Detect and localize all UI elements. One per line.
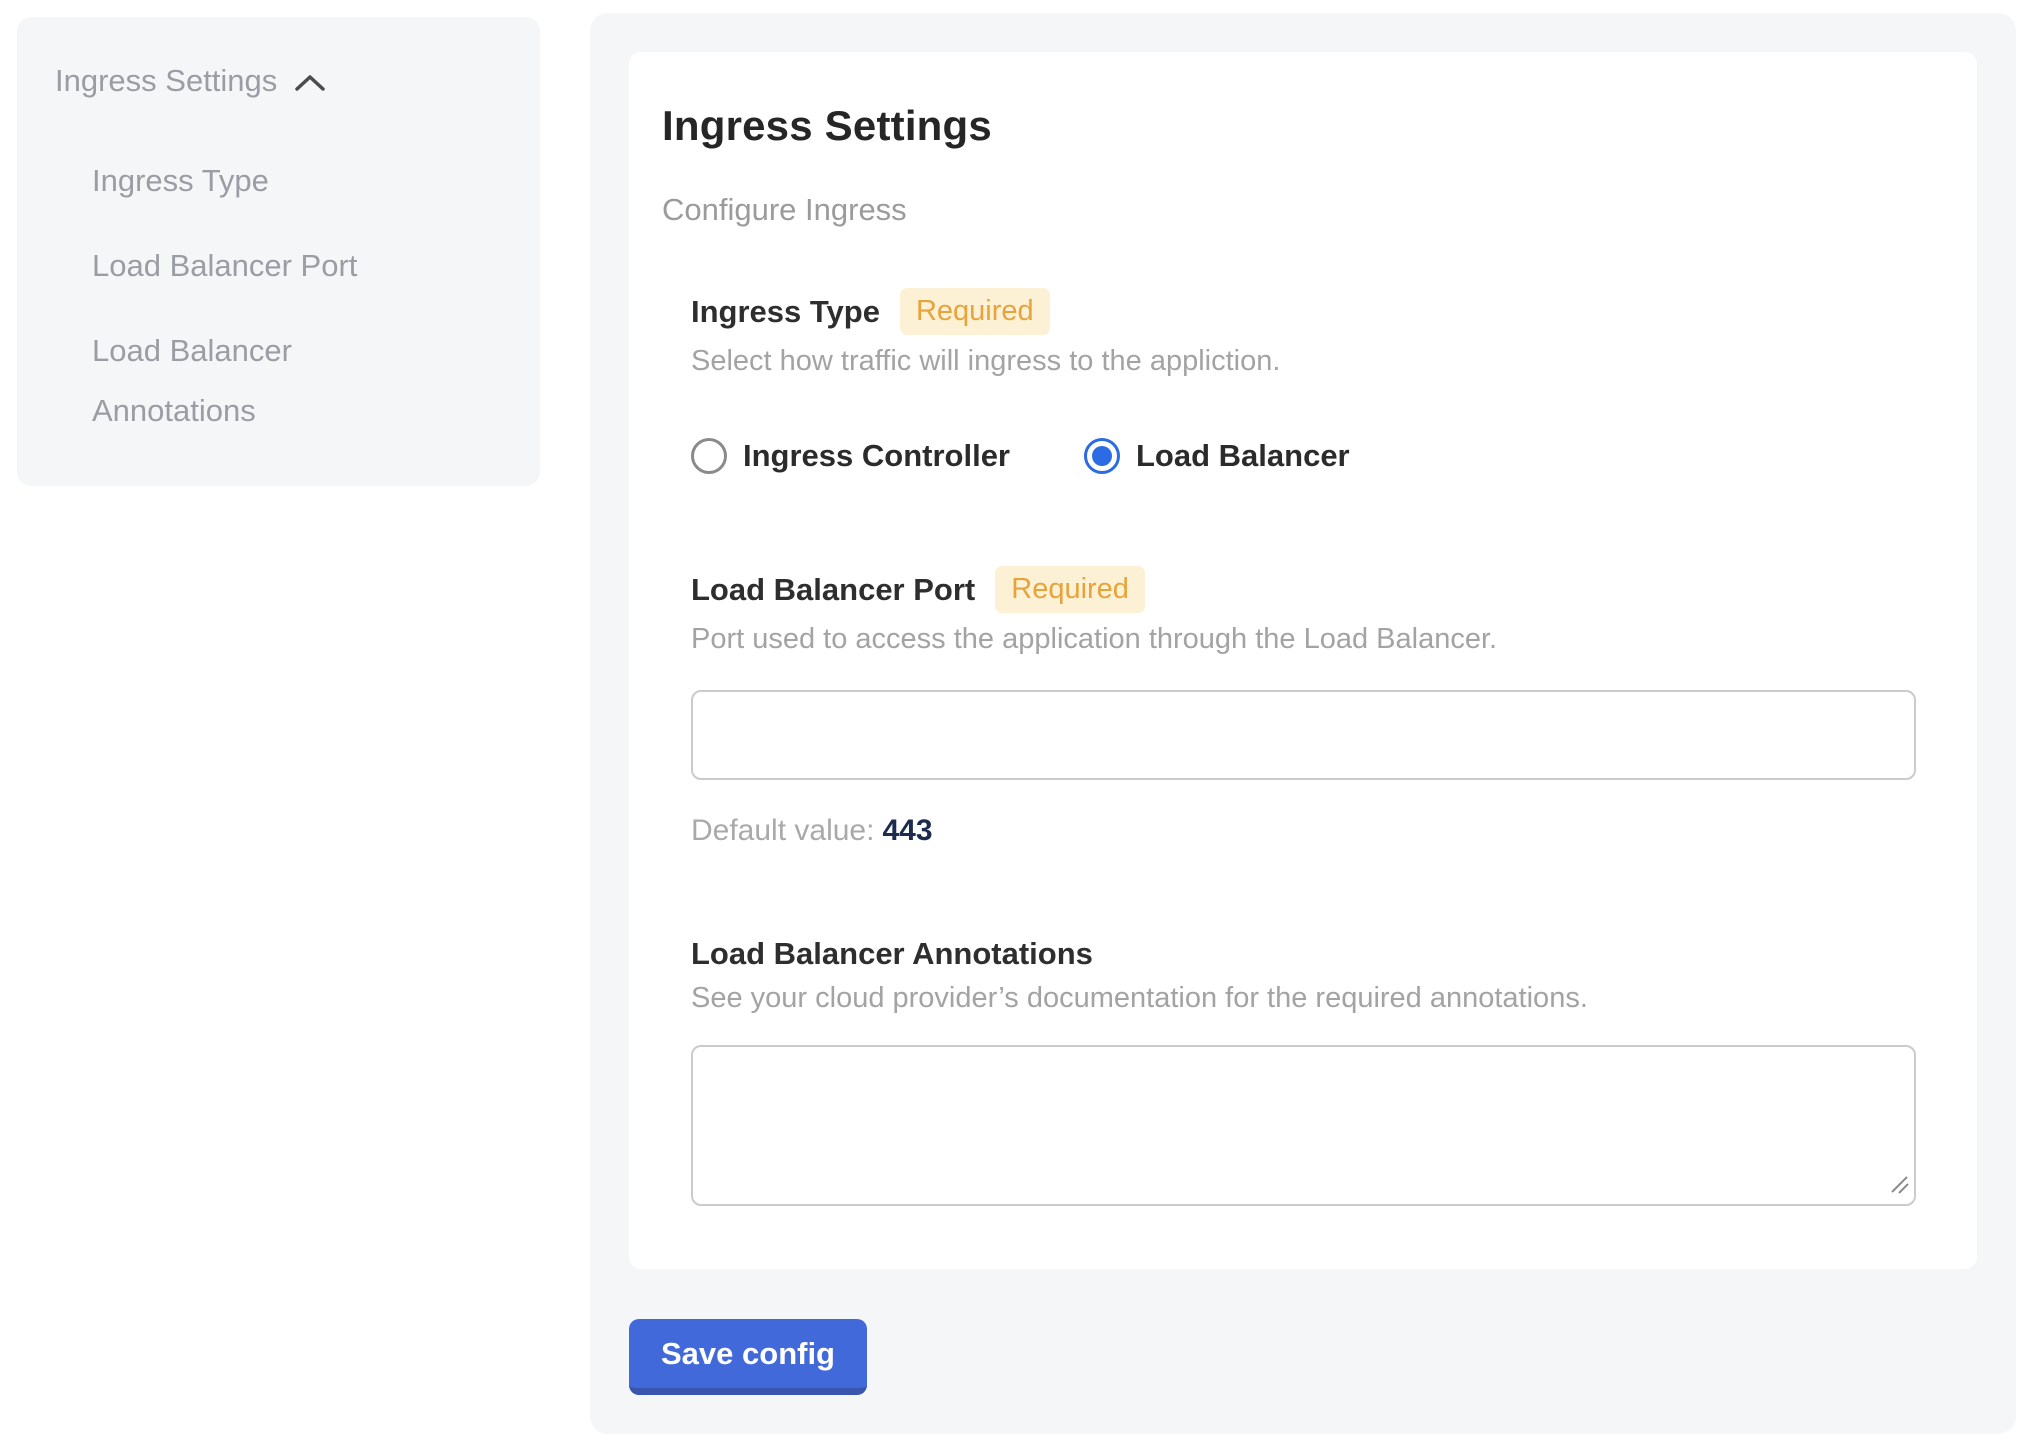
required-badge: Required — [900, 288, 1050, 335]
section-description: Port used to access the application thro… — [691, 623, 1912, 656]
config-nav-sidebar: Ingress Settings Ingress Type Load Balan… — [17, 17, 540, 486]
load-balancer-annotations-textarea[interactable] — [691, 1045, 1916, 1206]
load-balancer-port-input[interactable] — [691, 690, 1916, 780]
sidebar-item-load-balancer-annotations[interactable]: Load Balancer Annotations — [92, 321, 402, 441]
radio-load-balancer[interactable]: Load Balancer — [1084, 438, 1350, 474]
radio-selected-icon[interactable] — [1084, 438, 1120, 474]
section-description: Select how traffic will ingress to the a… — [691, 345, 1912, 378]
ingress-type-radio-group: Ingress Controller Load Balancer — [691, 438, 1912, 474]
radio-ingress-controller[interactable]: Ingress Controller — [691, 438, 1010, 474]
section-heading: Load Balancer Annotations — [691, 936, 1093, 972]
section-load-balancer-port: Load Balancer Port Required Port used to… — [691, 566, 1912, 848]
default-value-row: Default value:443 — [691, 814, 1912, 848]
section-ingress-type: Ingress Type Required Select how traffic… — [691, 288, 1912, 474]
section-load-balancer-annotations: Load Balancer Annotations See your cloud… — [691, 936, 1912, 1206]
default-value: 443 — [882, 814, 932, 847]
radio-unselected-icon[interactable] — [691, 438, 727, 474]
ingress-settings-card: Ingress Settings Configure Ingress Ingre… — [629, 52, 1977, 1269]
save-config-button[interactable]: Save config — [629, 1319, 867, 1395]
sidebar-group-ingress-settings[interactable]: Ingress Settings — [55, 63, 510, 99]
default-value-label: Default value: — [691, 814, 874, 847]
page-subtitle: Configure Ingress — [662, 192, 1912, 228]
chevron-up-icon — [293, 72, 327, 94]
config-main-panel: Ingress Settings Configure Ingress Ingre… — [590, 13, 2016, 1434]
section-heading: Ingress Type — [691, 294, 880, 330]
sidebar-item-list: Ingress Type Load Balancer Port Load Bal… — [55, 151, 510, 441]
required-badge: Required — [995, 566, 1145, 613]
sidebar-group-label: Ingress Settings — [55, 63, 277, 99]
sidebar-item-load-balancer-port[interactable]: Load Balancer Port — [92, 236, 402, 296]
radio-label: Load Balancer — [1136, 438, 1350, 474]
section-heading: Load Balancer Port — [691, 572, 975, 608]
section-description: See your cloud provider’s documentation … — [691, 982, 1912, 1015]
page-title: Ingress Settings — [662, 102, 1912, 150]
sidebar-item-ingress-type[interactable]: Ingress Type — [92, 151, 402, 211]
radio-label: Ingress Controller — [743, 438, 1010, 474]
